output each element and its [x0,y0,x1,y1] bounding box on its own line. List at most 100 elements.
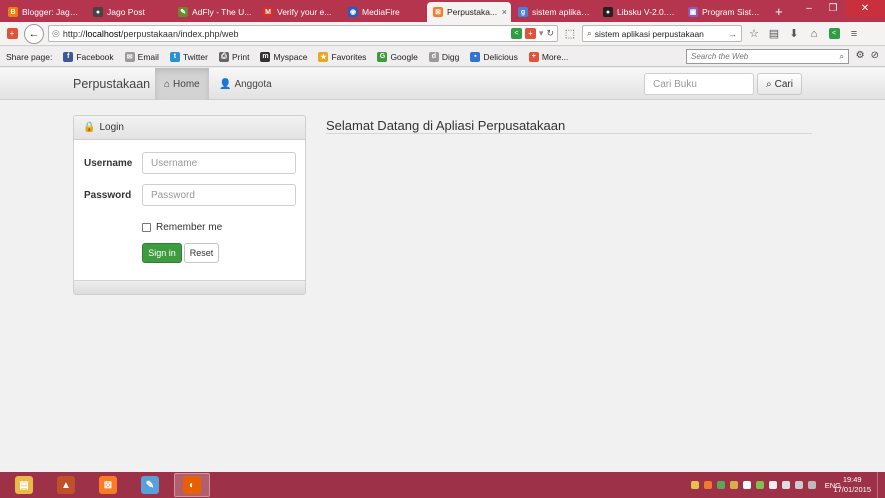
book-search-button[interactable]: ⌕ Cari [757,73,802,95]
back-button[interactable]: ← [24,23,44,44]
taskbar-app-button[interactable]: ⊠ [90,473,126,497]
tray-icon-2[interactable] [703,481,712,489]
tab-title: Program Siste... [702,7,762,17]
volume-icon[interactable] [781,481,790,489]
tray-icon-4[interactable] [729,481,738,489]
remember-me[interactable]: Remember me [142,222,222,233]
browser-tab[interactable]: ● Jago Post [87,2,171,22]
nav-anggota[interactable]: 👤 Anggota [210,68,281,100]
tab-strip: B Blogger: Jago ... ● Jago Post ✎ AdFly - The… [0,0,885,22]
new-tab-button[interactable]: + [767,2,791,22]
share-item-twitter[interactable]: t Twitter [169,51,208,62]
share-toolbar: Share page: f Facebook ✉ Email t Twitter ⎙ Prin… [0,47,885,67]
sign-in-button[interactable]: Sign in [142,243,182,263]
maximize-button[interactable]: ❐ [821,0,845,18]
dropdown-arrow-icon[interactable]: ▾ [539,28,544,39]
minimize-button[interactable]: – [797,0,821,18]
addon-menu-icon[interactable]: + [4,26,20,42]
email-icon: ✉ [124,51,135,62]
flag-icon[interactable] [768,481,777,489]
url-path: /perpustakaan/index.php/web [120,28,239,39]
share-addon-icon[interactable]: < [826,26,842,42]
block-icon[interactable]: ⊘ [871,50,879,61]
digg-icon: d [428,51,439,62]
browser-search-box[interactable]: ⌕ sistem aplikasi perpustakaan → [582,25,742,42]
adfly-icon: ✎ [178,7,188,17]
tab-title: sistem aplikasi... [532,7,592,17]
browser-tab[interactable]: M Verify your e... [257,2,341,22]
addon-plus-icon: + [6,28,18,39]
browser-tab[interactable]: ✎ AdFly - The U... [172,2,256,22]
share-item-facebook[interactable]: f Facebook [63,51,114,62]
share-item-label: More... [541,51,569,62]
nav-home[interactable]: ⌂ Home [155,68,209,100]
search-go-icon[interactable]: → [729,29,738,39]
tray-icon-3[interactable] [716,481,725,489]
bluetooth-icon[interactable] [742,481,751,489]
download-icon[interactable]: ⬇ [786,26,802,42]
password-input[interactable]: Password [142,184,296,206]
show-desktop-button[interactable] [877,472,885,498]
url-text[interactable]: http://localhost/perpustakaan/index.php/… [63,29,508,39]
share-toolbar-right: ⚙ ⊘ [856,50,879,61]
browser-tab[interactable]: ⊠ Perpustaka... × [427,2,511,22]
username-label: Username [84,157,133,169]
tray-icon-1[interactable] [690,481,699,489]
share-item-label: Google [390,51,418,62]
share-item-print[interactable]: ⎙ Print [218,51,249,62]
close-window-button[interactable]: ✕ [845,0,885,18]
url-host: localhost [85,28,121,39]
browser-tab[interactable]: ▣ Program Siste... [682,2,766,22]
reading-list-icon[interactable]: ▤ [766,26,782,42]
username-input[interactable]: Username [142,152,296,174]
addon-icon[interactable]: + [524,28,536,39]
share-item-label: Facebook [76,51,114,62]
share-item-myspace[interactable]: m Myspace [260,51,308,62]
taskbar-app-button[interactable]: ✎ [132,473,168,497]
reset-button[interactable]: Reset [184,243,219,263]
search-query[interactable]: sistem aplikasi perpustakaan [595,29,726,39]
tab-title: Blogger: Jago ... [22,7,82,17]
download-status-icon[interactable]: ⬚ [562,26,578,42]
share-item-google[interactable]: G Google [377,51,418,62]
web-search-input[interactable]: Search the Web ⌕ [686,49,849,64]
google-icon: g [518,7,528,17]
tray-icon-6[interactable] [755,481,764,489]
bookmark-star-icon[interactable]: ☆ [746,26,762,42]
google-bookmark-icon: G [377,51,388,62]
system-clock[interactable]: 19:49 17/01/2015 [833,475,871,495]
favorites-icon: ★ [318,51,329,62]
tab-close-icon[interactable]: × [502,7,507,17]
share-item-email[interactable]: ✉ Email [124,51,159,62]
share-item-more[interactable]: + More... [528,51,569,62]
battery-icon[interactable] [794,481,803,489]
login-title: Login [99,122,124,133]
facebook-icon: f [63,51,74,62]
browser-tab[interactable]: ◉ MediaFire [342,2,426,22]
share-item-digg[interactable]: d Digg [428,51,459,62]
network-icon[interactable] [807,481,816,489]
menu-icon[interactable]: ≡ [846,26,862,42]
browser-tab[interactable]: g sistem aplikasi... [512,2,596,22]
taskbar-app-button[interactable]: ▲ [48,473,84,497]
browser-tab[interactable]: ● Libsku V-2.0.1... [597,2,681,22]
app-brand[interactable]: Perpustakaan [73,77,150,91]
web-search-icon[interactable]: ⌕ [840,52,844,62]
share-item-label: Delicious [483,51,518,62]
share-item-delicious[interactable]: ▪ Delicious [470,51,518,62]
reload-icon[interactable]: ↻ [546,28,554,39]
password-row: Password Password [84,184,296,206]
taskbar-app-button[interactable]: ▤ [6,473,42,497]
url-prefix: http:// [62,28,86,39]
browser-tab[interactable]: B Blogger: Jago ... [2,2,86,22]
app-navbar: Perpustakaan ⌂ Home 👤 Anggota Cari Buku … [0,68,885,100]
remember-me-checkbox[interactable] [142,223,151,232]
book-search-input[interactable]: Cari Buku [644,73,754,95]
share-item-label: Myspace [273,51,308,62]
share-icon[interactable]: < [510,28,522,39]
address-bar[interactable]: ◎ http://localhost/perpustakaan/index.ph… [48,25,558,42]
home-button-icon[interactable]: ⌂ [806,26,822,42]
share-item-favorites[interactable]: ★ Favorites [318,51,366,62]
taskbar-app-button[interactable]: ◐ [174,473,210,497]
settings-gear-icon[interactable]: ⚙ [856,50,865,61]
